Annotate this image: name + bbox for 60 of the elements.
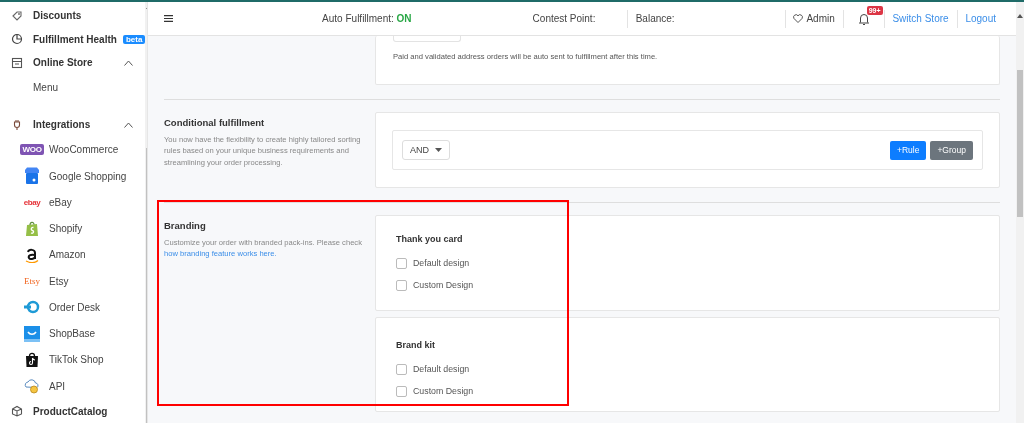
integration-item[interactable]: eBay <box>49 196 72 208</box>
integration-item[interactable]: TikTok Shop <box>49 354 104 366</box>
option-group-title: Thank you card <box>396 234 464 244</box>
checkbox-label: Default design <box>413 364 470 374</box>
box-icon <box>11 405 23 418</box>
sidebar-item[interactable]: Online Store <box>33 57 93 69</box>
sidebar-item[interactable]: Fulfillment Health <box>33 33 117 45</box>
integration-item[interactable]: API <box>49 380 66 392</box>
integration-item[interactable]: Order Desk <box>49 301 101 313</box>
add-button[interactable]: +Group <box>930 140 973 160</box>
header-link[interactable]: Logout <box>957 13 1004 24</box>
bag-icon <box>25 220 39 237</box>
checkbox[interactable] <box>396 279 407 291</box>
section-title: Branding <box>164 220 207 231</box>
header-link[interactable]: Switch Store <box>884 13 957 24</box>
integration-item[interactable]: WooCommerce <box>49 144 119 156</box>
sidebar-subitem[interactable]: Menu <box>33 81 58 93</box>
add-button[interactable]: +Rule <box>889 140 927 160</box>
logo-icon: WOO <box>20 144 44 156</box>
user-menu[interactable]: Admin <box>806 13 835 24</box>
store-icon <box>24 167 40 185</box>
tag-icon <box>11 9 23 22</box>
auto-fulfillment-status: Auto Fulfillment: ON <box>322 13 412 24</box>
sidebar-item[interactable]: Discounts <box>33 10 82 22</box>
ring-icon <box>24 300 40 315</box>
beta-badge: beta <box>122 34 146 44</box>
balance-label: Balance: <box>635 13 675 24</box>
chart-icon <box>11 33 23 46</box>
contest-point-label: Contest Point: <box>532 13 596 24</box>
checkbox-label: Custom Design <box>413 280 474 290</box>
integration-item[interactable]: Google Shopping <box>49 170 127 182</box>
operator-dropdown[interactable]: AND <box>402 140 450 160</box>
checkbox[interactable] <box>396 385 407 397</box>
scrollbar[interactable] <box>1016 2 1024 423</box>
scroll-up-icon[interactable] <box>1017 14 1023 18</box>
logo-icon: ebay <box>23 197 41 207</box>
store-icon <box>11 56 23 69</box>
integration-item[interactable]: Etsy <box>49 275 69 287</box>
input-field[interactable] <box>393 36 461 42</box>
integration-item[interactable]: Shopify <box>49 223 83 235</box>
tray-icon <box>24 325 40 342</box>
logo-icon: Etsy <box>24 276 40 287</box>
bell-icon <box>857 12 870 25</box>
checkbox[interactable] <box>396 257 407 269</box>
menu-icon <box>164 14 174 23</box>
heart-icon <box>793 14 804 23</box>
checkbox-label: Custom Design <box>413 386 474 396</box>
sidebar-item[interactable]: Integrations <box>33 119 91 131</box>
caret-icon <box>435 148 442 152</box>
integration-item[interactable]: Amazon <box>49 249 86 261</box>
checkbox-label: Default design <box>413 258 470 268</box>
sidebar-item[interactable]: ProductCatalog <box>33 405 108 417</box>
cloud-icon <box>23 378 41 395</box>
letter-a-icon <box>25 246 39 263</box>
section-title: Conditional fulfillment <box>164 117 266 128</box>
plug-icon <box>11 118 23 131</box>
integration-item[interactable]: ShopBase <box>49 328 96 340</box>
bag-icon <box>25 352 39 368</box>
checkbox[interactable] <box>396 363 407 375</box>
option-group-title: Brand kit <box>396 340 436 350</box>
